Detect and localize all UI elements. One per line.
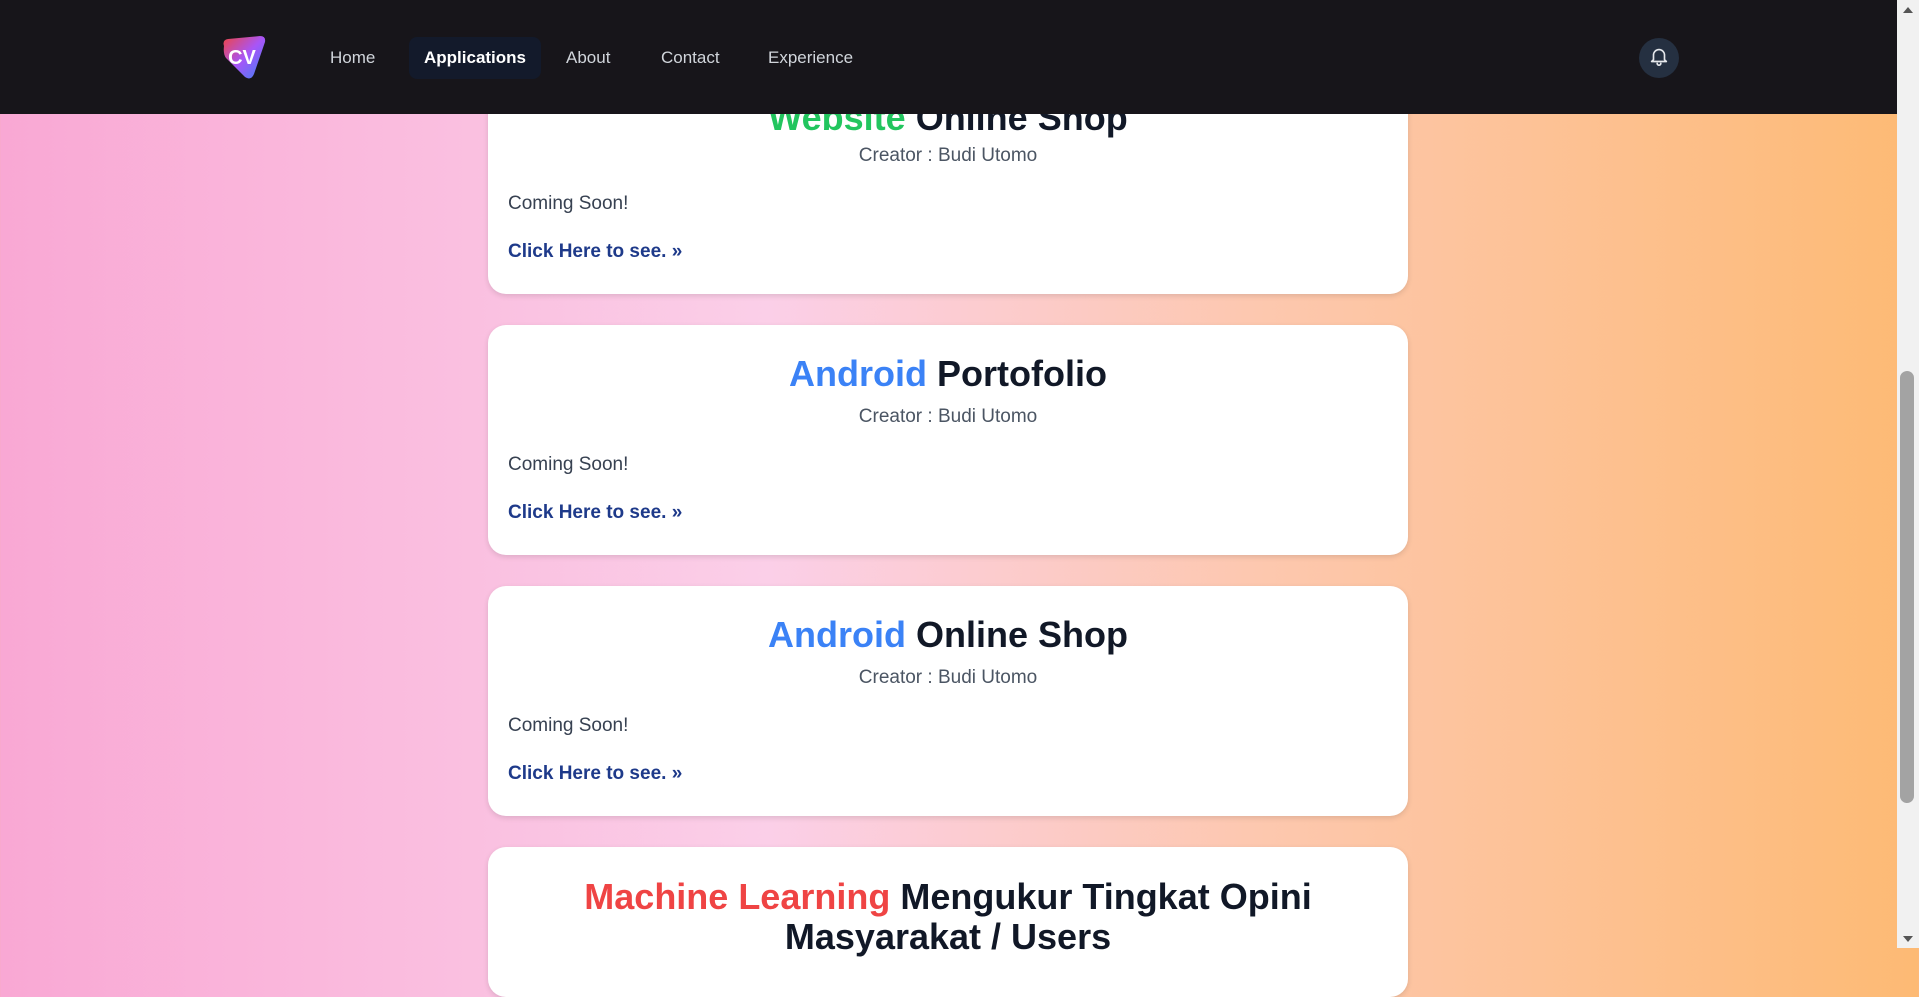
card-description: Coming Soon! bbox=[508, 454, 629, 475]
card-title-text: Portofolio bbox=[937, 353, 1107, 394]
notification-button[interactable] bbox=[1639, 38, 1679, 78]
card-creator: Creator : Budi Utomo bbox=[858, 145, 1038, 166]
nav-home[interactable]: Home bbox=[315, 37, 390, 79]
nav-experience[interactable]: Experience bbox=[753, 37, 868, 79]
card-title-text: Online Shop bbox=[916, 614, 1128, 655]
app-card-android-online-shop: Android Online Shop Creator : Budi Utomo… bbox=[488, 586, 1408, 816]
scrollbar-thumb[interactable] bbox=[1900, 371, 1914, 803]
card-creator: Creator : Budi Utomo bbox=[858, 667, 1038, 688]
navbar: CV Home Applications About Contact Exper… bbox=[0, 0, 1897, 114]
card-title-line2: Masyarakat / Users bbox=[784, 916, 1112, 957]
svg-text:CV: CV bbox=[228, 47, 256, 69]
card-creator: Creator : Budi Utomo bbox=[858, 406, 1038, 427]
card-title: Machine Learning Mengukur Tingkat Opini bbox=[488, 875, 1408, 919]
card-view-link[interactable]: Click Here to see. » bbox=[508, 240, 682, 264]
app-card-android-portofolio: Android Portofolio Creator : Budi Utomo … bbox=[488, 325, 1408, 555]
cv-logo-icon[interactable]: CV bbox=[218, 34, 268, 82]
card-view-link[interactable]: Click Here to see. » bbox=[508, 762, 682, 786]
scroll-down-arrow-icon[interactable] bbox=[1901, 932, 1915, 944]
card-description: Coming Soon! bbox=[508, 715, 629, 736]
card-title: Android Online Shop bbox=[488, 613, 1408, 657]
nav-contact[interactable]: Contact bbox=[646, 37, 735, 79]
card-view-link[interactable]: Click Here to see. » bbox=[508, 501, 682, 525]
card-tag: Android bbox=[789, 353, 927, 394]
card-description: Coming Soon! bbox=[508, 193, 629, 214]
app-card-machine-learning: Machine Learning Mengukur Tingkat Opini … bbox=[488, 847, 1408, 997]
card-title: Android Portofolio bbox=[488, 352, 1408, 396]
card-title-text: Mengukur Tingkat Opini bbox=[900, 876, 1312, 917]
nav-applications[interactable]: Applications bbox=[409, 37, 542, 79]
card-tag: Machine Learning bbox=[584, 876, 891, 917]
bell-icon bbox=[1648, 45, 1670, 72]
page-scrollbar[interactable] bbox=[1897, 0, 1919, 948]
nav-about[interactable]: About bbox=[551, 37, 625, 79]
scroll-up-arrow-icon[interactable] bbox=[1901, 3, 1915, 15]
card-tag: Android bbox=[768, 614, 906, 655]
